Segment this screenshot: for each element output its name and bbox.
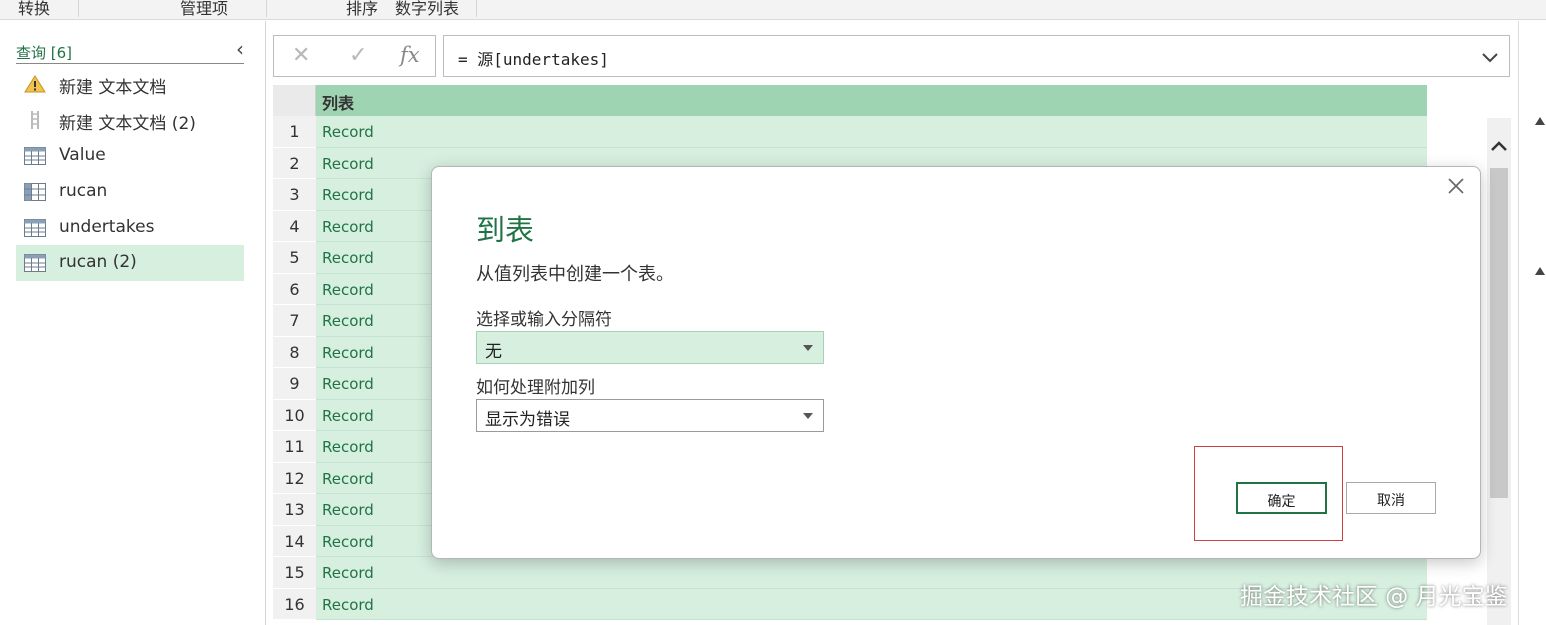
matrix-icon xyxy=(24,183,46,201)
close-icon[interactable] xyxy=(1446,176,1466,196)
queries-header[interactable]: 查询 [6] xyxy=(16,42,244,64)
formula-controls: ✕ ✓ fx xyxy=(273,35,436,77)
extra-columns-label: 如何处理附加列 xyxy=(476,378,595,398)
query-item-undertakes[interactable]: undertakes xyxy=(16,210,244,246)
row-number[interactable]: 3 xyxy=(273,179,316,211)
formula-input[interactable]: = 源[undertakes] xyxy=(443,35,1510,77)
dropdown-caret-icon xyxy=(803,413,813,419)
query-item-text-doc[interactable]: 新建 文本文档 xyxy=(16,66,244,102)
extra-columns-value: 显示为错误 xyxy=(485,410,570,430)
warning-icon xyxy=(24,75,46,93)
table-icon xyxy=(24,219,46,237)
query-item-value[interactable]: Value xyxy=(16,138,244,174)
row-number[interactable]: 4 xyxy=(273,210,316,242)
table-icon xyxy=(24,147,46,165)
watermark: 掘金技术社区 @ 月光宝鉴 xyxy=(1240,584,1508,610)
formula-text[interactable]: = 源[undertakes] xyxy=(458,46,609,70)
row-number[interactable]: 16 xyxy=(273,588,316,620)
row-number[interactable]: 11 xyxy=(273,431,316,463)
vertical-scrollbar[interactable] xyxy=(1487,118,1511,625)
ribbon-separator xyxy=(78,0,79,17)
row-number[interactable]: 5 xyxy=(273,242,316,274)
row-number[interactable]: 14 xyxy=(273,525,316,557)
ribbon-tab-transform[interactable]: 转换 xyxy=(18,0,50,19)
row-number[interactable]: 9 xyxy=(273,368,316,400)
row-number[interactable]: 12 xyxy=(273,462,316,494)
delimiter-select[interactable]: 无 xyxy=(476,331,824,364)
ribbon: 转换 管理项 排序 数字列表 xyxy=(0,0,1546,20)
expand-section-icon[interactable] xyxy=(1535,267,1545,275)
grid-corner[interactable] xyxy=(273,85,316,116)
list-icon xyxy=(31,111,39,129)
row-number[interactable]: 13 xyxy=(273,494,316,526)
delimiter-value: 无 xyxy=(485,342,502,362)
cancel-formula-icon[interactable]: ✕ xyxy=(292,43,310,68)
record-cell[interactable]: Record xyxy=(316,116,1427,148)
row-number[interactable]: 6 xyxy=(273,273,316,305)
query-item-rucan[interactable]: rucan xyxy=(16,174,244,210)
chevron-down-icon[interactable] xyxy=(1481,48,1499,66)
column-header-list[interactable]: 列表 xyxy=(316,85,1427,116)
row-number[interactable]: 7 xyxy=(273,305,316,337)
table-icon xyxy=(24,254,46,272)
dropdown-caret-icon xyxy=(803,345,813,351)
scroll-up-icon[interactable] xyxy=(1489,138,1509,154)
queries-pane: 查询 [6] ‹ 新建 文本文档 新建 文本文档 (2) Value rucan xyxy=(0,21,266,625)
ribbon-group-manage[interactable]: 管理项 xyxy=(180,0,228,19)
annotation-highlight-box xyxy=(1194,446,1343,541)
row-number[interactable]: 15 xyxy=(273,557,316,589)
ribbon-separator xyxy=(266,0,267,17)
scrollbar-thumb[interactable] xyxy=(1490,168,1508,498)
row-number[interactable]: 8 xyxy=(273,336,316,368)
delimiter-label: 选择或输入分隔符 xyxy=(476,310,612,330)
collapse-pane-icon[interactable]: ‹ xyxy=(236,37,244,61)
dialog-subtitle: 从值列表中创建一个表。 xyxy=(476,264,674,285)
ribbon-separator xyxy=(476,0,477,17)
ribbon-group-numbers[interactable]: 数字列表 xyxy=(395,0,459,19)
query-item-rucan-2[interactable]: rucan (2) xyxy=(16,245,244,281)
row-number[interactable]: 2 xyxy=(273,147,316,179)
dialog-title: 到表 xyxy=(476,213,535,247)
table-row[interactable]: 1 Record xyxy=(273,116,1427,148)
query-item-text-doc-2[interactable]: 新建 文本文档 (2) xyxy=(16,102,244,138)
expand-section-icon[interactable] xyxy=(1535,117,1545,125)
row-number[interactable]: 1 xyxy=(273,116,316,148)
commit-formula-icon[interactable]: ✓ xyxy=(349,43,367,68)
query-settings-pane xyxy=(1518,21,1546,625)
ribbon-group-sort[interactable]: 排序 xyxy=(346,0,378,19)
fx-icon[interactable]: fx xyxy=(400,43,420,67)
row-number[interactable]: 10 xyxy=(273,399,316,431)
extra-columns-select[interactable]: 显示为错误 xyxy=(476,399,824,432)
cancel-button[interactable]: 取消 xyxy=(1346,482,1436,514)
